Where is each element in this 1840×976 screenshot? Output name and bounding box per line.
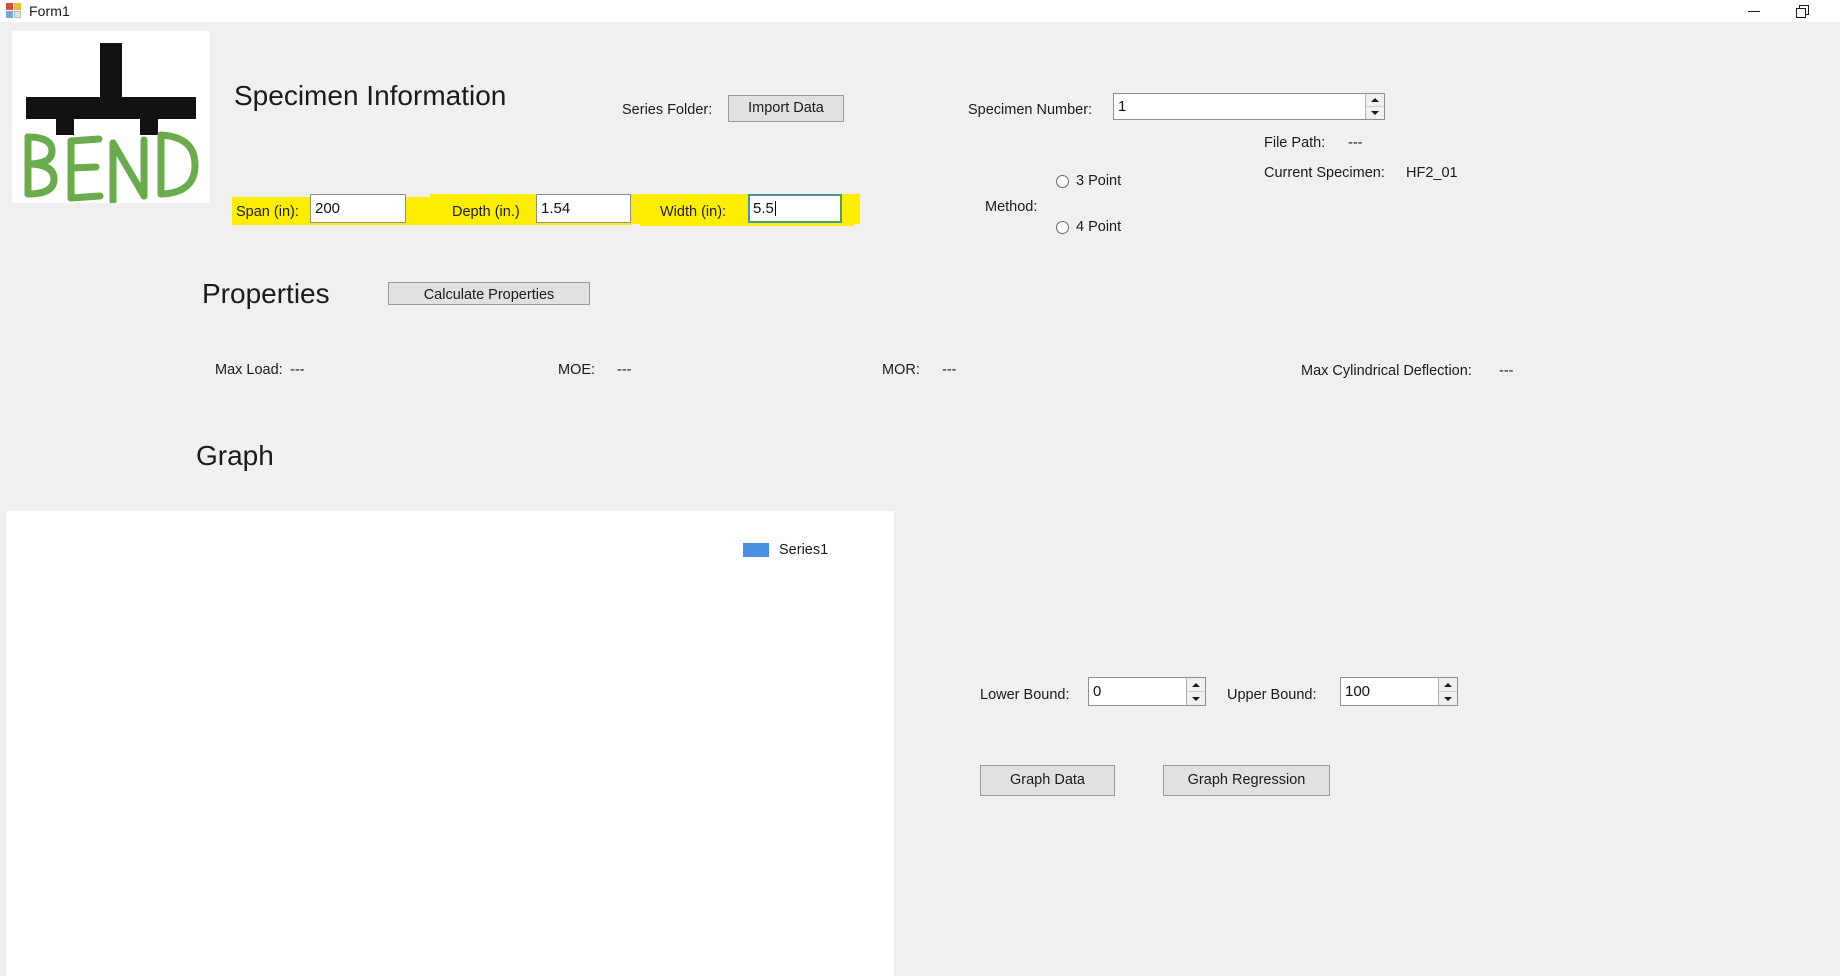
specimen-number-value[interactable]: 1 bbox=[1114, 94, 1365, 119]
method-radio-4-point-label: 4 Point bbox=[1076, 219, 1122, 235]
app-logo bbox=[12, 31, 210, 203]
close-button[interactable] bbox=[1826, 0, 1840, 22]
lower-bound-spin-down[interactable] bbox=[1187, 692, 1205, 705]
method-radio-4-point[interactable]: 4 Point bbox=[1056, 219, 1121, 235]
max-load-value: --- bbox=[290, 362, 305, 378]
graph-heading: Graph bbox=[196, 440, 274, 471]
moe-value: --- bbox=[617, 362, 632, 378]
depth-input-value: 1.54 bbox=[541, 200, 571, 217]
restore-button[interactable] bbox=[1778, 0, 1826, 22]
minimize-icon bbox=[1748, 10, 1760, 12]
chevron-down-icon bbox=[1371, 111, 1379, 115]
upper-bound-value[interactable]: 100 bbox=[1341, 678, 1438, 705]
window-title: Form1 bbox=[29, 3, 70, 19]
specimen-number-spin-up[interactable] bbox=[1366, 94, 1384, 107]
restore-icon bbox=[1795, 4, 1809, 18]
file-path-value: --- bbox=[1348, 135, 1363, 151]
width-label: Width (in): bbox=[660, 204, 727, 220]
minimize-button[interactable] bbox=[1730, 0, 1778, 22]
file-path-label: File Path: bbox=[1264, 135, 1326, 151]
specimen-number-spin-buttons[interactable] bbox=[1365, 94, 1384, 119]
max-load-label: Max Load: bbox=[215, 362, 283, 378]
bend-logo-icon bbox=[24, 43, 199, 203]
method-radio-3-point[interactable]: 3 Point bbox=[1056, 173, 1121, 189]
graph-data-button[interactable]: Graph Data bbox=[980, 765, 1115, 796]
method-radio-3-point-label: 3 Point bbox=[1076, 173, 1122, 189]
span-label: Span (in): bbox=[236, 204, 299, 220]
title-bar: Form1 bbox=[0, 0, 1840, 23]
depth-input[interactable]: 1.54 bbox=[536, 194, 631, 223]
max-cylindrical-deflection-value: --- bbox=[1499, 363, 1514, 379]
chart-legend: Series1 bbox=[743, 542, 828, 558]
window-controls bbox=[1730, 0, 1840, 22]
legend-color-swatch bbox=[743, 543, 769, 557]
import-data-button-label: Import Data bbox=[748, 100, 824, 117]
chevron-up-icon bbox=[1444, 682, 1452, 687]
chevron-down-icon bbox=[1192, 696, 1200, 701]
chevron-up-icon bbox=[1192, 682, 1200, 687]
current-specimen-label: Current Specimen: bbox=[1264, 165, 1385, 181]
chart-panel[interactable]: Series1 bbox=[6, 511, 894, 976]
calculate-properties-button[interactable]: Calculate Properties bbox=[388, 282, 590, 305]
mor-label: MOR: bbox=[882, 362, 920, 378]
span-input[interactable]: 200 bbox=[310, 194, 406, 223]
lower-bound-spin-buttons[interactable] bbox=[1186, 678, 1205, 705]
max-cylindrical-deflection-label: Max Cylindrical Deflection: bbox=[1301, 363, 1472, 379]
lower-bound-value[interactable]: 0 bbox=[1089, 678, 1186, 705]
width-input-value: 5.5 bbox=[753, 200, 774, 217]
radio-unchecked-icon bbox=[1056, 174, 1069, 188]
form-surface: Specimen Information Series Folder: Impo… bbox=[0, 22, 1840, 976]
specimen-information-heading: Specimen Information bbox=[234, 80, 507, 111]
calculate-properties-button-label: Calculate Properties bbox=[423, 287, 555, 303]
graph-regression-button[interactable]: Graph Regression bbox=[1163, 765, 1330, 796]
lower-bound-spin-up[interactable] bbox=[1187, 678, 1205, 692]
properties-heading: Properties bbox=[202, 278, 330, 309]
specimen-number-label: Specimen Number: bbox=[968, 102, 1093, 118]
chevron-up-icon bbox=[1371, 98, 1379, 102]
series-folder-label: Series Folder: bbox=[622, 102, 713, 118]
graph-data-button-label: Graph Data bbox=[1010, 772, 1085, 789]
upper-bound-spin-buttons[interactable] bbox=[1438, 678, 1457, 705]
import-data-button[interactable]: Import Data bbox=[728, 95, 844, 122]
graph-regression-button-label: Graph Regression bbox=[1187, 772, 1306, 789]
radio-unchecked-icon bbox=[1056, 220, 1069, 234]
lower-bound-stepper[interactable]: 0 bbox=[1088, 677, 1206, 706]
lower-bound-label: Lower Bound: bbox=[980, 687, 1070, 703]
mor-value: --- bbox=[942, 362, 957, 378]
legend-series-label: Series1 bbox=[779, 542, 829, 558]
upper-bound-spin-down[interactable] bbox=[1439, 692, 1457, 705]
span-input-value: 200 bbox=[315, 200, 341, 217]
specimen-number-spin-down[interactable] bbox=[1366, 107, 1384, 119]
app-icon bbox=[6, 3, 22, 19]
upper-bound-spin-up[interactable] bbox=[1439, 678, 1457, 692]
moe-label: MOE: bbox=[558, 362, 596, 378]
current-specimen-value: HF2_01 bbox=[1406, 165, 1458, 181]
text-caret bbox=[774, 201, 776, 216]
depth-label: Depth (in.) bbox=[452, 204, 520, 220]
chevron-down-icon bbox=[1444, 696, 1452, 701]
upper-bound-stepper[interactable]: 100 bbox=[1340, 677, 1458, 706]
width-input[interactable]: 5.5 bbox=[748, 194, 842, 223]
upper-bound-label: Upper Bound: bbox=[1227, 687, 1317, 703]
method-label: Method: bbox=[985, 199, 1038, 215]
specimen-number-stepper[interactable]: 1 bbox=[1113, 93, 1385, 120]
